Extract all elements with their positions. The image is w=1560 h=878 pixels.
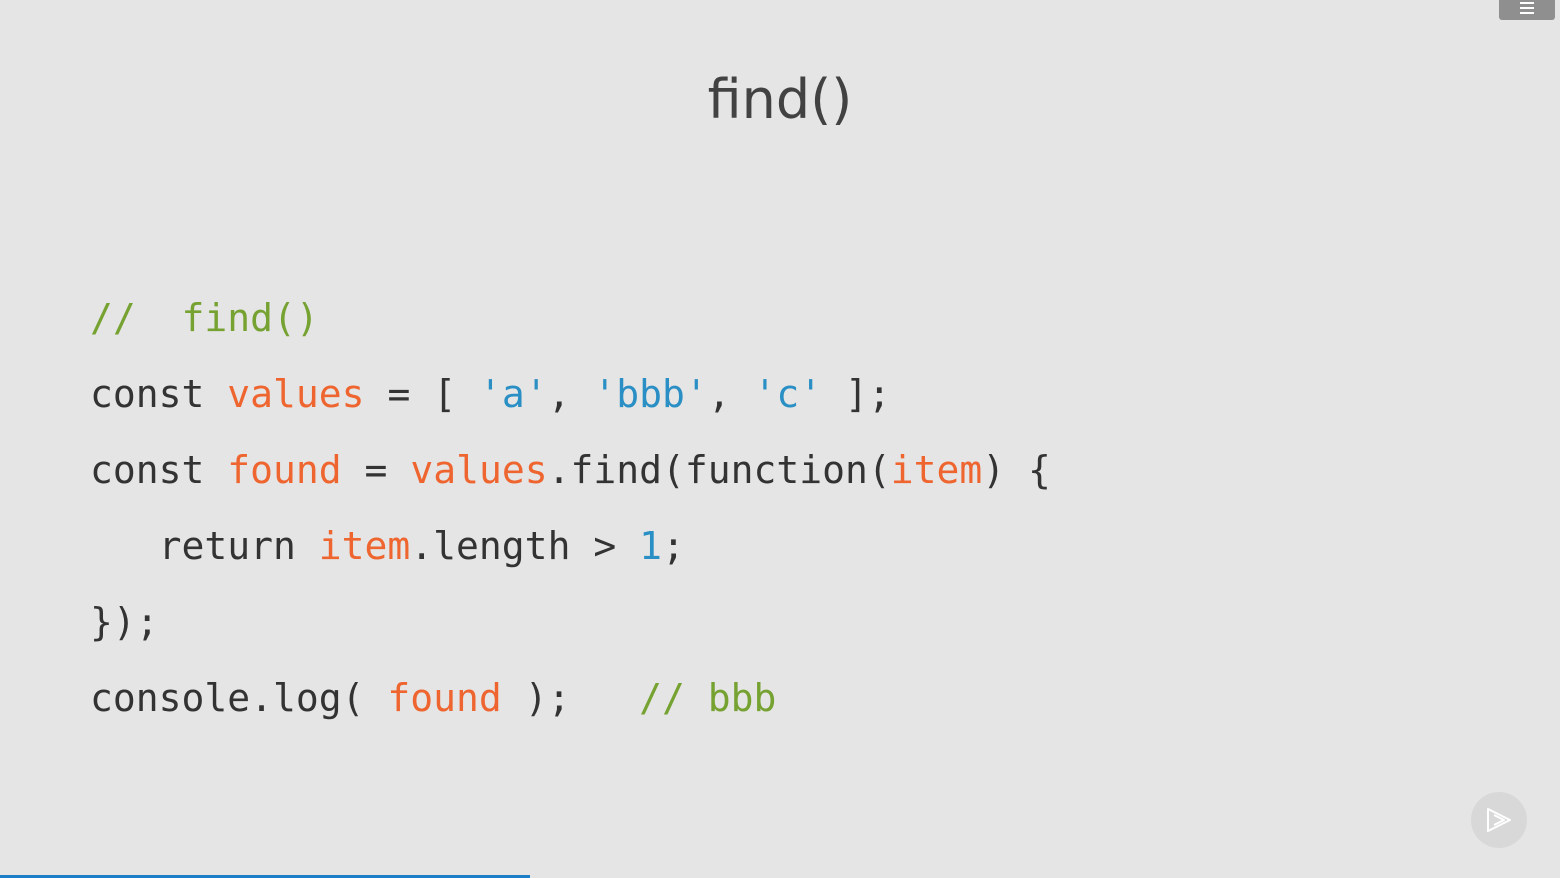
code-text: , xyxy=(707,372,754,416)
code-string: 'a' xyxy=(478,372,548,416)
code-text: return xyxy=(90,524,319,568)
code-text: ]; xyxy=(822,372,891,416)
code-variable: item xyxy=(318,524,411,568)
code-comment: // find() xyxy=(90,296,319,340)
code-variable: values xyxy=(410,448,548,492)
code-text: }); xyxy=(90,600,159,644)
code-text: .length > xyxy=(410,524,640,568)
code-text: const xyxy=(90,448,228,492)
code-line: return item.length > 1; xyxy=(90,508,1051,584)
code-line: // find() xyxy=(90,280,1051,356)
code-text: , xyxy=(547,372,594,416)
code-text: const xyxy=(90,372,228,416)
code-string: 'bbb' xyxy=(593,372,708,416)
code-text: = xyxy=(341,448,411,492)
play-icon xyxy=(1487,808,1511,832)
code-string: 'c' xyxy=(753,372,823,416)
code-text: ; xyxy=(661,524,685,568)
code-line: console.log( found ); // bbb xyxy=(90,660,1051,736)
code-variable: found xyxy=(387,676,502,720)
hamburger-icon xyxy=(1520,2,1534,17)
slide-title: find() xyxy=(707,68,853,131)
code-line: }); xyxy=(90,584,1051,660)
menu-button[interactable] xyxy=(1499,0,1555,20)
code-variable: values xyxy=(227,372,365,416)
play-button[interactable] xyxy=(1471,792,1527,848)
code-line: const found = values.find(function(item)… xyxy=(90,432,1051,508)
code-text: ) { xyxy=(982,448,1051,492)
code-block: // find() const values = [ 'a', 'bbb', 'c… xyxy=(90,280,1051,736)
code-variable: item xyxy=(890,448,983,492)
code-number: 1 xyxy=(639,524,662,568)
code-text: console.log( xyxy=(90,676,388,720)
code-line: const values = [ 'a', 'bbb', 'c' ]; xyxy=(90,356,1051,432)
code-text: .find(function( xyxy=(547,448,891,492)
code-comment: // bbb xyxy=(639,676,777,720)
code-text: ); xyxy=(501,676,640,720)
code-variable: found xyxy=(227,448,342,492)
code-text: = [ xyxy=(364,372,479,416)
